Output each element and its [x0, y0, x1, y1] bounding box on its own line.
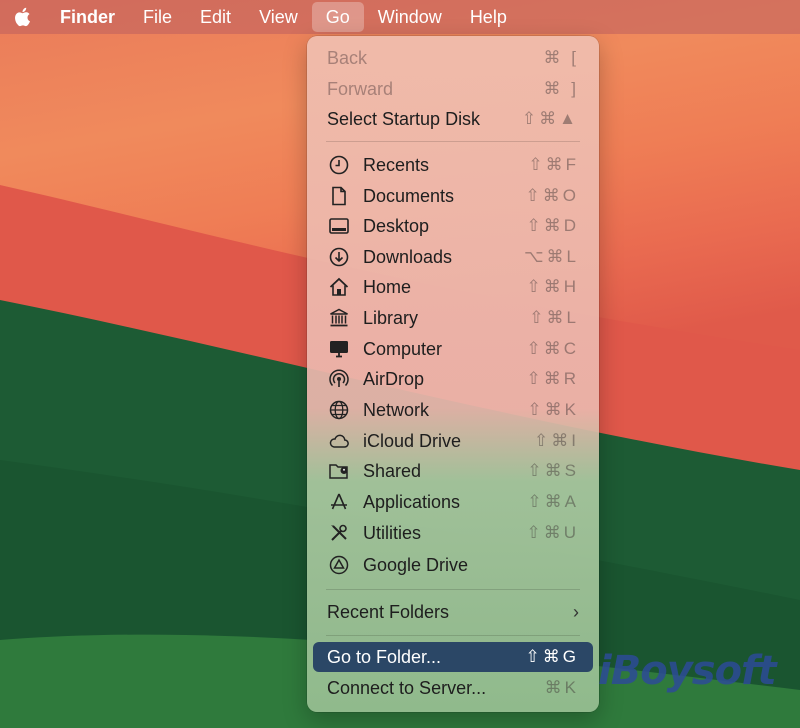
- go-menu-dropdown: Back ⌘ [ Forward ⌘ ] Select Startup Disk…: [307, 36, 599, 712]
- home-icon: [327, 275, 351, 299]
- menu-edit[interactable]: Edit: [186, 0, 245, 34]
- shortcut-label: ⇧⌘R: [526, 369, 579, 388]
- utilities-icon: [327, 521, 351, 545]
- menu-item-label: Network: [363, 399, 430, 420]
- menu-file[interactable]: File: [129, 0, 186, 34]
- menu-item-back[interactable]: Back ⌘ [: [313, 43, 593, 73]
- shortcut-label: ⇧⌘S: [527, 461, 579, 480]
- menu-item-label: Documents: [363, 185, 455, 206]
- apple-logo-icon[interactable]: [0, 6, 46, 28]
- menu-item-label: Downloads: [363, 246, 453, 267]
- document-icon: [327, 184, 351, 208]
- menu-item-downloads[interactable]: Downloads ⌥⌘L: [313, 242, 593, 272]
- menu-bar: Finder File Edit View Go Window Help: [0, 0, 800, 34]
- menu-item-library[interactable]: Library ⇧⌘L: [313, 303, 593, 333]
- google-drive-icon: [327, 553, 351, 577]
- menu-item-computer[interactable]: Computer ⇧⌘C: [313, 334, 593, 364]
- airdrop-icon: [327, 367, 351, 391]
- computer-icon: [327, 337, 351, 361]
- menu-item-label: Desktop: [363, 215, 430, 236]
- menu-item-recents[interactable]: Recents ⇧⌘F: [313, 150, 593, 180]
- shortcut-label: ⇧⌘D: [526, 216, 579, 235]
- menu-help[interactable]: Help: [456, 0, 521, 34]
- menu-window[interactable]: Window: [364, 0, 456, 34]
- chevron-right-icon: ›: [573, 601, 579, 622]
- menu-item-label: Library: [363, 307, 419, 328]
- menu-item-label: Forward: [327, 78, 394, 99]
- shortcut-label: ⇧⌘▲: [521, 109, 579, 128]
- menu-item-documents[interactable]: Documents ⇧⌘O: [313, 181, 593, 211]
- menu-finder[interactable]: Finder: [46, 0, 129, 34]
- menu-item-select-startup-disk[interactable]: Select Startup Disk ⇧⌘▲: [313, 104, 593, 134]
- network-icon: [327, 398, 351, 422]
- shortcut-label: ⇧⌘U: [526, 523, 579, 542]
- shortcut-label: ⇧⌘K: [527, 400, 579, 419]
- menu-item-forward[interactable]: Forward ⌘ ]: [313, 74, 593, 104]
- menu-item-network[interactable]: Network ⇧⌘K: [313, 395, 593, 425]
- menu-item-shared[interactable]: Shared ⇧⌘S: [313, 456, 593, 486]
- shortcut-label: ⇧⌘O: [525, 186, 579, 205]
- menu-item-label: Back: [327, 47, 368, 68]
- menu-item-connect-to-server[interactable]: Connect to Server... ⌘K: [313, 673, 593, 703]
- menu-item-desktop[interactable]: Desktop ⇧⌘D: [313, 211, 593, 241]
- shortcut-label: ⌘ ]: [543, 79, 579, 98]
- menu-item-label: Recent Folders: [327, 601, 450, 622]
- menu-item-google-drive[interactable]: Google Drive: [313, 550, 593, 580]
- shortcut-label: ⇧⌘I: [534, 431, 579, 450]
- shortcut-label: ⇧⌘C: [526, 339, 579, 358]
- menu-item-label: Computer: [363, 338, 443, 359]
- menu-item-label: Recents: [363, 154, 430, 175]
- menu-item-airdrop[interactable]: AirDrop ⇧⌘R: [313, 364, 593, 394]
- download-icon: [327, 245, 351, 269]
- menu-item-label: Connect to Server...: [327, 677, 487, 698]
- menu-item-label: Select Startup Disk: [327, 108, 481, 129]
- watermark-logo: iBoysoft: [598, 648, 777, 694]
- library-icon: [327, 306, 351, 330]
- menu-item-applications[interactable]: Applications ⇧⌘A: [313, 487, 593, 517]
- menu-view[interactable]: View: [245, 0, 312, 34]
- menu-go[interactable]: Go: [311, 2, 364, 32]
- shortcut-label: ⇧⌘A: [527, 492, 579, 511]
- shortcut-label: ⌥⌘L: [523, 247, 579, 266]
- menu-item-label: Go to Folder...: [327, 646, 442, 667]
- shared-folder-icon: [327, 459, 351, 483]
- menu-item-label: Applications: [363, 491, 461, 512]
- clock-icon: [327, 153, 351, 177]
- cloud-icon: [327, 429, 351, 453]
- menu-item-home[interactable]: Home ⇧⌘H: [313, 272, 593, 302]
- menu-separator: [326, 589, 580, 590]
- shortcut-label: ⇧⌘G: [525, 647, 579, 666]
- shortcut-label: ⇧⌘L: [529, 308, 579, 327]
- menu-item-label: Utilities: [363, 522, 422, 543]
- shortcut-label: ⌘ [: [543, 48, 579, 67]
- menu-item-label: AirDrop: [363, 368, 425, 389]
- shortcut-label: ⌘K: [544, 678, 579, 697]
- menu-separator: [326, 141, 580, 142]
- menu-item-recent-folders[interactable]: Recent Folders ›: [313, 597, 593, 627]
- menu-separator: [326, 635, 580, 636]
- menu-item-label: Shared: [363, 460, 422, 481]
- menu-item-label: Home: [363, 276, 412, 297]
- desktop-icon: [327, 214, 351, 238]
- shortcut-label: ⇧⌘F: [528, 155, 579, 174]
- shortcut-label: ⇧⌘H: [526, 277, 579, 296]
- applications-icon: [327, 490, 351, 514]
- menu-item-icloud-drive[interactable]: iCloud Drive ⇧⌘I: [313, 426, 593, 456]
- menu-item-utilities[interactable]: Utilities ⇧⌘U: [313, 518, 593, 548]
- menu-item-label: Google Drive: [363, 554, 469, 575]
- menu-item-go-to-folder[interactable]: Go to Folder... ⇧⌘G: [313, 642, 593, 672]
- menu-item-label: iCloud Drive: [363, 430, 462, 451]
